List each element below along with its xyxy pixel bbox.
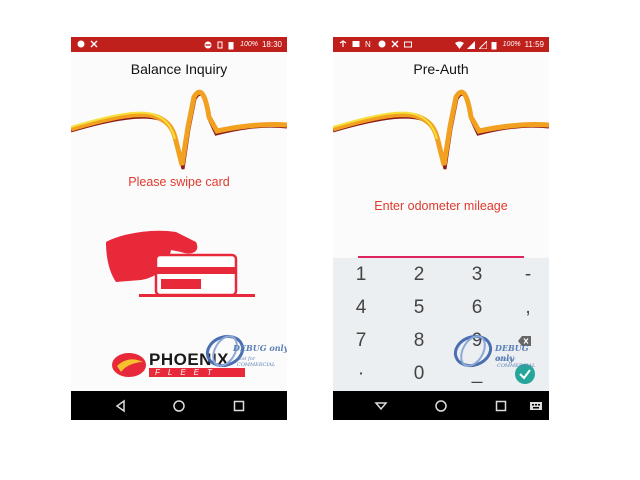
debug-watermark: DEBUG only Not for COMMERCIAL [451,329,549,379]
page-title: Balance Inquiry [130,61,228,77]
back-icon[interactable] [113,398,129,414]
bluetooth-off-icon [90,40,98,48]
balance-inquiry-screen: 100% 18:30 Balance Inquiry Please swipe … [71,37,287,420]
key-period[interactable]: · [336,359,386,389]
status-time: 18:30 [261,40,282,49]
recents-icon[interactable] [493,398,509,414]
svg-text:N: N [365,40,371,48]
not-commercial-label: Not for COMMERCIAL [237,356,276,368]
odometer-prompt: Enter odometer mileage [374,199,508,213]
key-2[interactable]: 2 [394,260,444,290]
navigation-bar [333,391,549,420]
bluetooth-off-icon [391,40,399,48]
heartbeat-wave-logo [333,89,549,170]
network-icon [339,40,347,48]
key-1[interactable]: 1 [336,260,386,290]
key-5[interactable]: 5 [394,293,444,323]
battery-icon [491,41,499,49]
signal-icon [466,40,475,49]
key-7[interactable]: 7 [336,326,386,356]
page-title: Pre-Auth [413,61,469,77]
image-icon [352,40,360,48]
recents-icon[interactable] [231,398,247,414]
key-8[interactable]: 8 [394,326,444,356]
home-icon[interactable] [171,398,187,414]
pre-auth-screen: N 100% 11:59 Pre-Auth Enter odometer mil… [333,37,549,420]
status-bar: 100% 18:30 [71,37,287,52]
battery-icon [228,41,236,49]
battery-percent: 100% [502,41,521,48]
nfc-icon: N [365,40,373,49]
battery-percent: 100% [240,41,258,48]
navigation-bar [71,391,287,420]
swipe-card-illustration [106,230,255,297]
home-icon[interactable] [433,398,449,414]
key-comma[interactable]: , [503,293,549,323]
keyboard-switch-icon[interactable] [529,398,545,414]
swipe-card-prompt: Please swipe card [128,175,230,189]
debug-watermark: DEBUG only Not for COMMERCIAL [203,329,287,379]
not-commercial-label: Not for COMMERCIAL [497,357,536,369]
status-bar: N 100% 11:59 [333,37,549,52]
wifi-icon [454,41,464,49]
do-not-disturb-icon [204,41,212,49]
printer-icon [404,40,412,48]
notification-dot-icon [77,40,85,48]
hide-keyboard-icon[interactable] [373,398,389,414]
key-4[interactable]: 4 [336,293,386,323]
no-sim-icon [477,39,488,49]
key-3[interactable]: 3 [452,260,502,290]
status-time: 11:59 [524,40,544,49]
vibrate-icon [216,41,224,49]
key-6[interactable]: 6 [452,293,502,323]
key-minus[interactable]: - [503,260,549,290]
notification-dot-icon [378,40,386,48]
debug-label: DEBUG only [233,343,287,353]
key-0[interactable]: 0 [394,359,444,389]
